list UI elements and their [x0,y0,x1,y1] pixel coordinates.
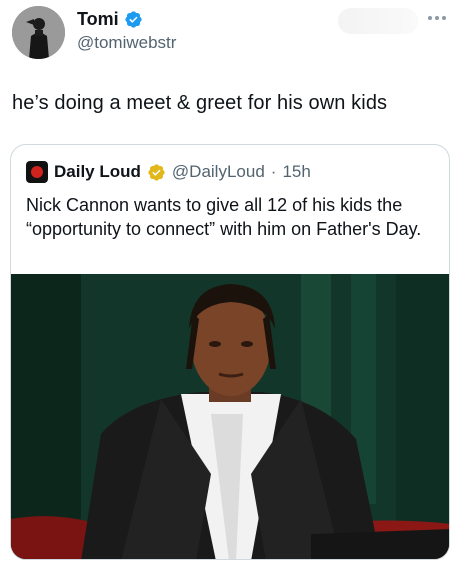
follow-button[interactable] [338,8,418,34]
author-handle[interactable]: @tomiwebstr [77,33,176,53]
author-name[interactable]: Tomi [77,9,143,30]
more-options-icon[interactable] [428,14,450,22]
author-name-text[interactable]: Tomi [77,9,119,30]
verified-badge-icon [125,11,142,28]
tweet: Tomi @tomiwebstr he’s doing a meet & gre… [0,0,460,571]
quoted-tweet[interactable]: Daily Loud @DailyLoud · 15h Nick Cannon … [10,144,450,560]
author-avatar[interactable] [12,6,65,59]
quoted-header: Daily Loud @DailyLoud · 15h [26,161,311,183]
quoted-author-handle[interactable]: @DailyLoud [172,162,265,182]
tweet-text: he’s doing a meet & greet for his own ki… [12,92,388,114]
quoted-avatar[interactable] [26,161,48,183]
quoted-text: Nick Cannon wants to give all 12 of his … [26,195,422,239]
verified-gold-badge-icon [148,163,165,181]
quoted-media-photo[interactable] [11,274,449,559]
quoted-separator: · [270,162,277,181]
quoted-author-name[interactable]: Daily Loud [54,162,141,182]
quoted-timestamp[interactable]: 15h [282,162,310,182]
